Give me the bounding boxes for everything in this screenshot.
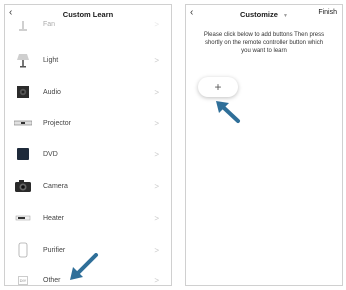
device-label: Light <box>43 56 59 64</box>
device-label: Heater <box>43 214 65 222</box>
chevron-right-icon: > <box>154 275 159 285</box>
custom-learn-screen: ‹ Custom Learn Fan > Light > Audio > Pro… <box>4 4 172 286</box>
back-icon[interactable]: ‹ <box>190 7 193 19</box>
fan-icon <box>13 14 33 34</box>
caret-down-icon: ▼ <box>283 12 288 19</box>
chevron-right-icon: > <box>154 55 159 65</box>
page-title-text: Customize <box>240 9 278 19</box>
diy-icon-text: DIY <box>17 275 29 285</box>
chevron-right-icon: > <box>154 118 159 128</box>
page-title[interactable]: Customize ▼ <box>240 10 288 19</box>
add-button[interactable]: + <box>198 77 238 97</box>
device-label: Camera <box>43 182 68 190</box>
projector-icon <box>13 113 33 133</box>
speaker-icon <box>13 82 33 102</box>
pointer-arrow-icon <box>216 101 240 123</box>
customize-navbar: ‹ Customize ▼ Finish <box>186 5 342 23</box>
dvd-player-icon <box>13 144 33 164</box>
device-label: Fan <box>43 20 56 28</box>
chevron-right-icon: > <box>154 213 159 223</box>
diy-icon: DIY <box>13 270 33 285</box>
chevron-right-icon: > <box>154 149 159 159</box>
device-label: Projector <box>43 119 72 127</box>
chevron-right-icon: > <box>154 19 159 29</box>
device-label: Audio <box>43 88 61 96</box>
device-row-camera[interactable]: Camera > <box>5 171 171 201</box>
chevron-right-icon: > <box>154 181 159 191</box>
customize-screen: ‹ Customize ▼ Finish Please click below … <box>185 4 343 286</box>
pointer-arrow-icon <box>70 253 98 280</box>
device-row-light[interactable]: Light > <box>5 45 171 75</box>
device-row-dvd[interactable]: DVD > <box>5 139 171 169</box>
finish-button[interactable]: Finish <box>318 9 337 16</box>
chevron-right-icon: > <box>154 245 159 255</box>
device-label: DVD <box>43 150 58 158</box>
device-row-audio[interactable]: Audio > <box>5 77 171 107</box>
instructions-text: Please click below to add buttons Then p… <box>203 32 325 54</box>
purifier-icon <box>13 240 33 260</box>
device-row-heater[interactable]: Heater > <box>5 203 171 233</box>
chevron-right-icon: > <box>154 87 159 97</box>
camera-icon <box>13 176 33 196</box>
heater-icon <box>13 208 33 228</box>
lamp-icon <box>13 50 33 70</box>
device-row-fan[interactable]: Fan > <box>5 9 171 39</box>
device-list: Fan > Light > Audio > Projector > DVD > … <box>5 20 171 285</box>
device-row-projector[interactable]: Projector > <box>5 108 171 138</box>
